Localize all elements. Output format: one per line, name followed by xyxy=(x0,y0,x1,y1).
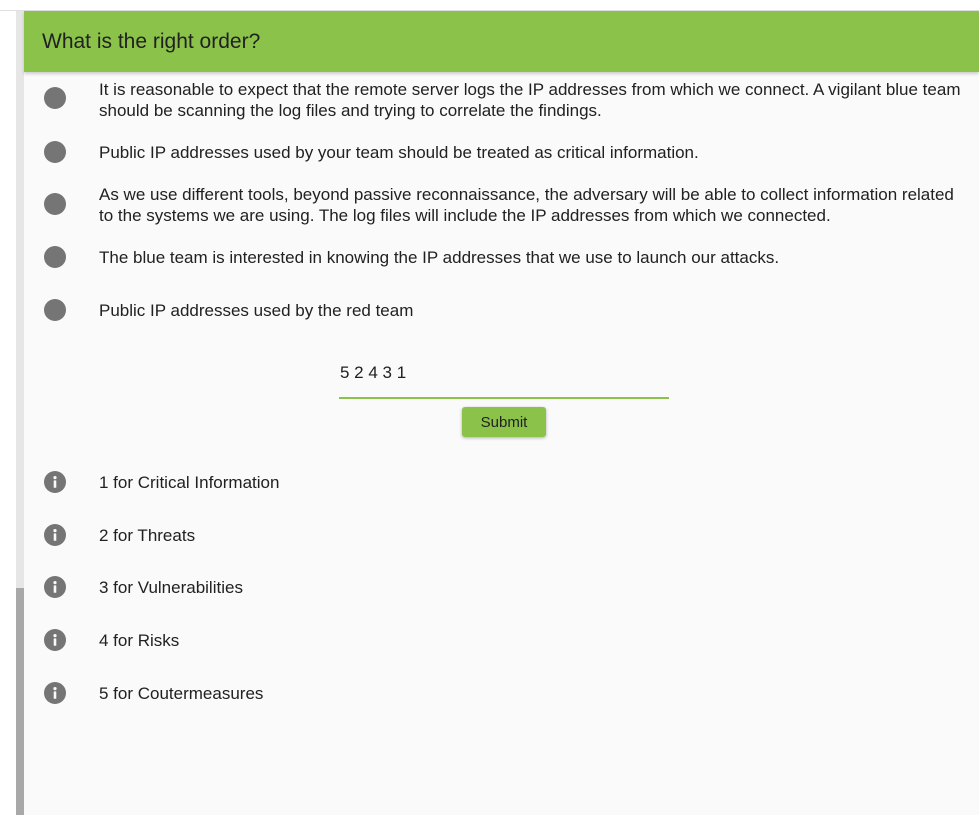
submit-button[interactable]: Submit xyxy=(462,407,546,437)
bullet-icon xyxy=(44,87,66,109)
scrollbar-thumb[interactable] xyxy=(16,588,24,815)
bullet-icon xyxy=(44,193,66,215)
question-title: What is the right order? xyxy=(42,30,261,53)
hint-text: 4 for Risks xyxy=(99,631,180,650)
answer-input[interactable] xyxy=(339,361,668,385)
question-header: What is the right order? xyxy=(24,11,979,72)
info-icon xyxy=(44,471,66,493)
info-icon xyxy=(44,629,66,651)
bullet-icon xyxy=(44,299,66,321)
top-strip xyxy=(0,0,979,11)
hint-text: 5 for Coutermeasures xyxy=(99,684,264,703)
question-panel: What is the right order? It is reasonabl… xyxy=(24,11,979,815)
hint-text: 1 for Critical Information xyxy=(99,473,280,492)
bullet-icon xyxy=(44,141,66,163)
statement-text: As we use different tools, beyond passiv… xyxy=(99,185,954,225)
hint-text: 2 for Threats xyxy=(99,526,196,545)
bullet-icon xyxy=(44,246,66,268)
info-icon xyxy=(44,682,66,704)
statement-text: Public IP addresses used by the red team xyxy=(99,301,414,320)
info-icon xyxy=(44,576,66,598)
info-icon xyxy=(44,524,66,546)
statement-text: The blue team is interested in knowing t… xyxy=(99,248,780,267)
statement-text: It is reasonable to expect that the remo… xyxy=(99,80,961,120)
answer-field[interactable] xyxy=(339,351,669,399)
hint-text: 3 for Vulnerabilities xyxy=(99,578,243,597)
statement-text: Public IP addresses used by your team sh… xyxy=(99,143,699,162)
left-gutter xyxy=(0,11,16,815)
